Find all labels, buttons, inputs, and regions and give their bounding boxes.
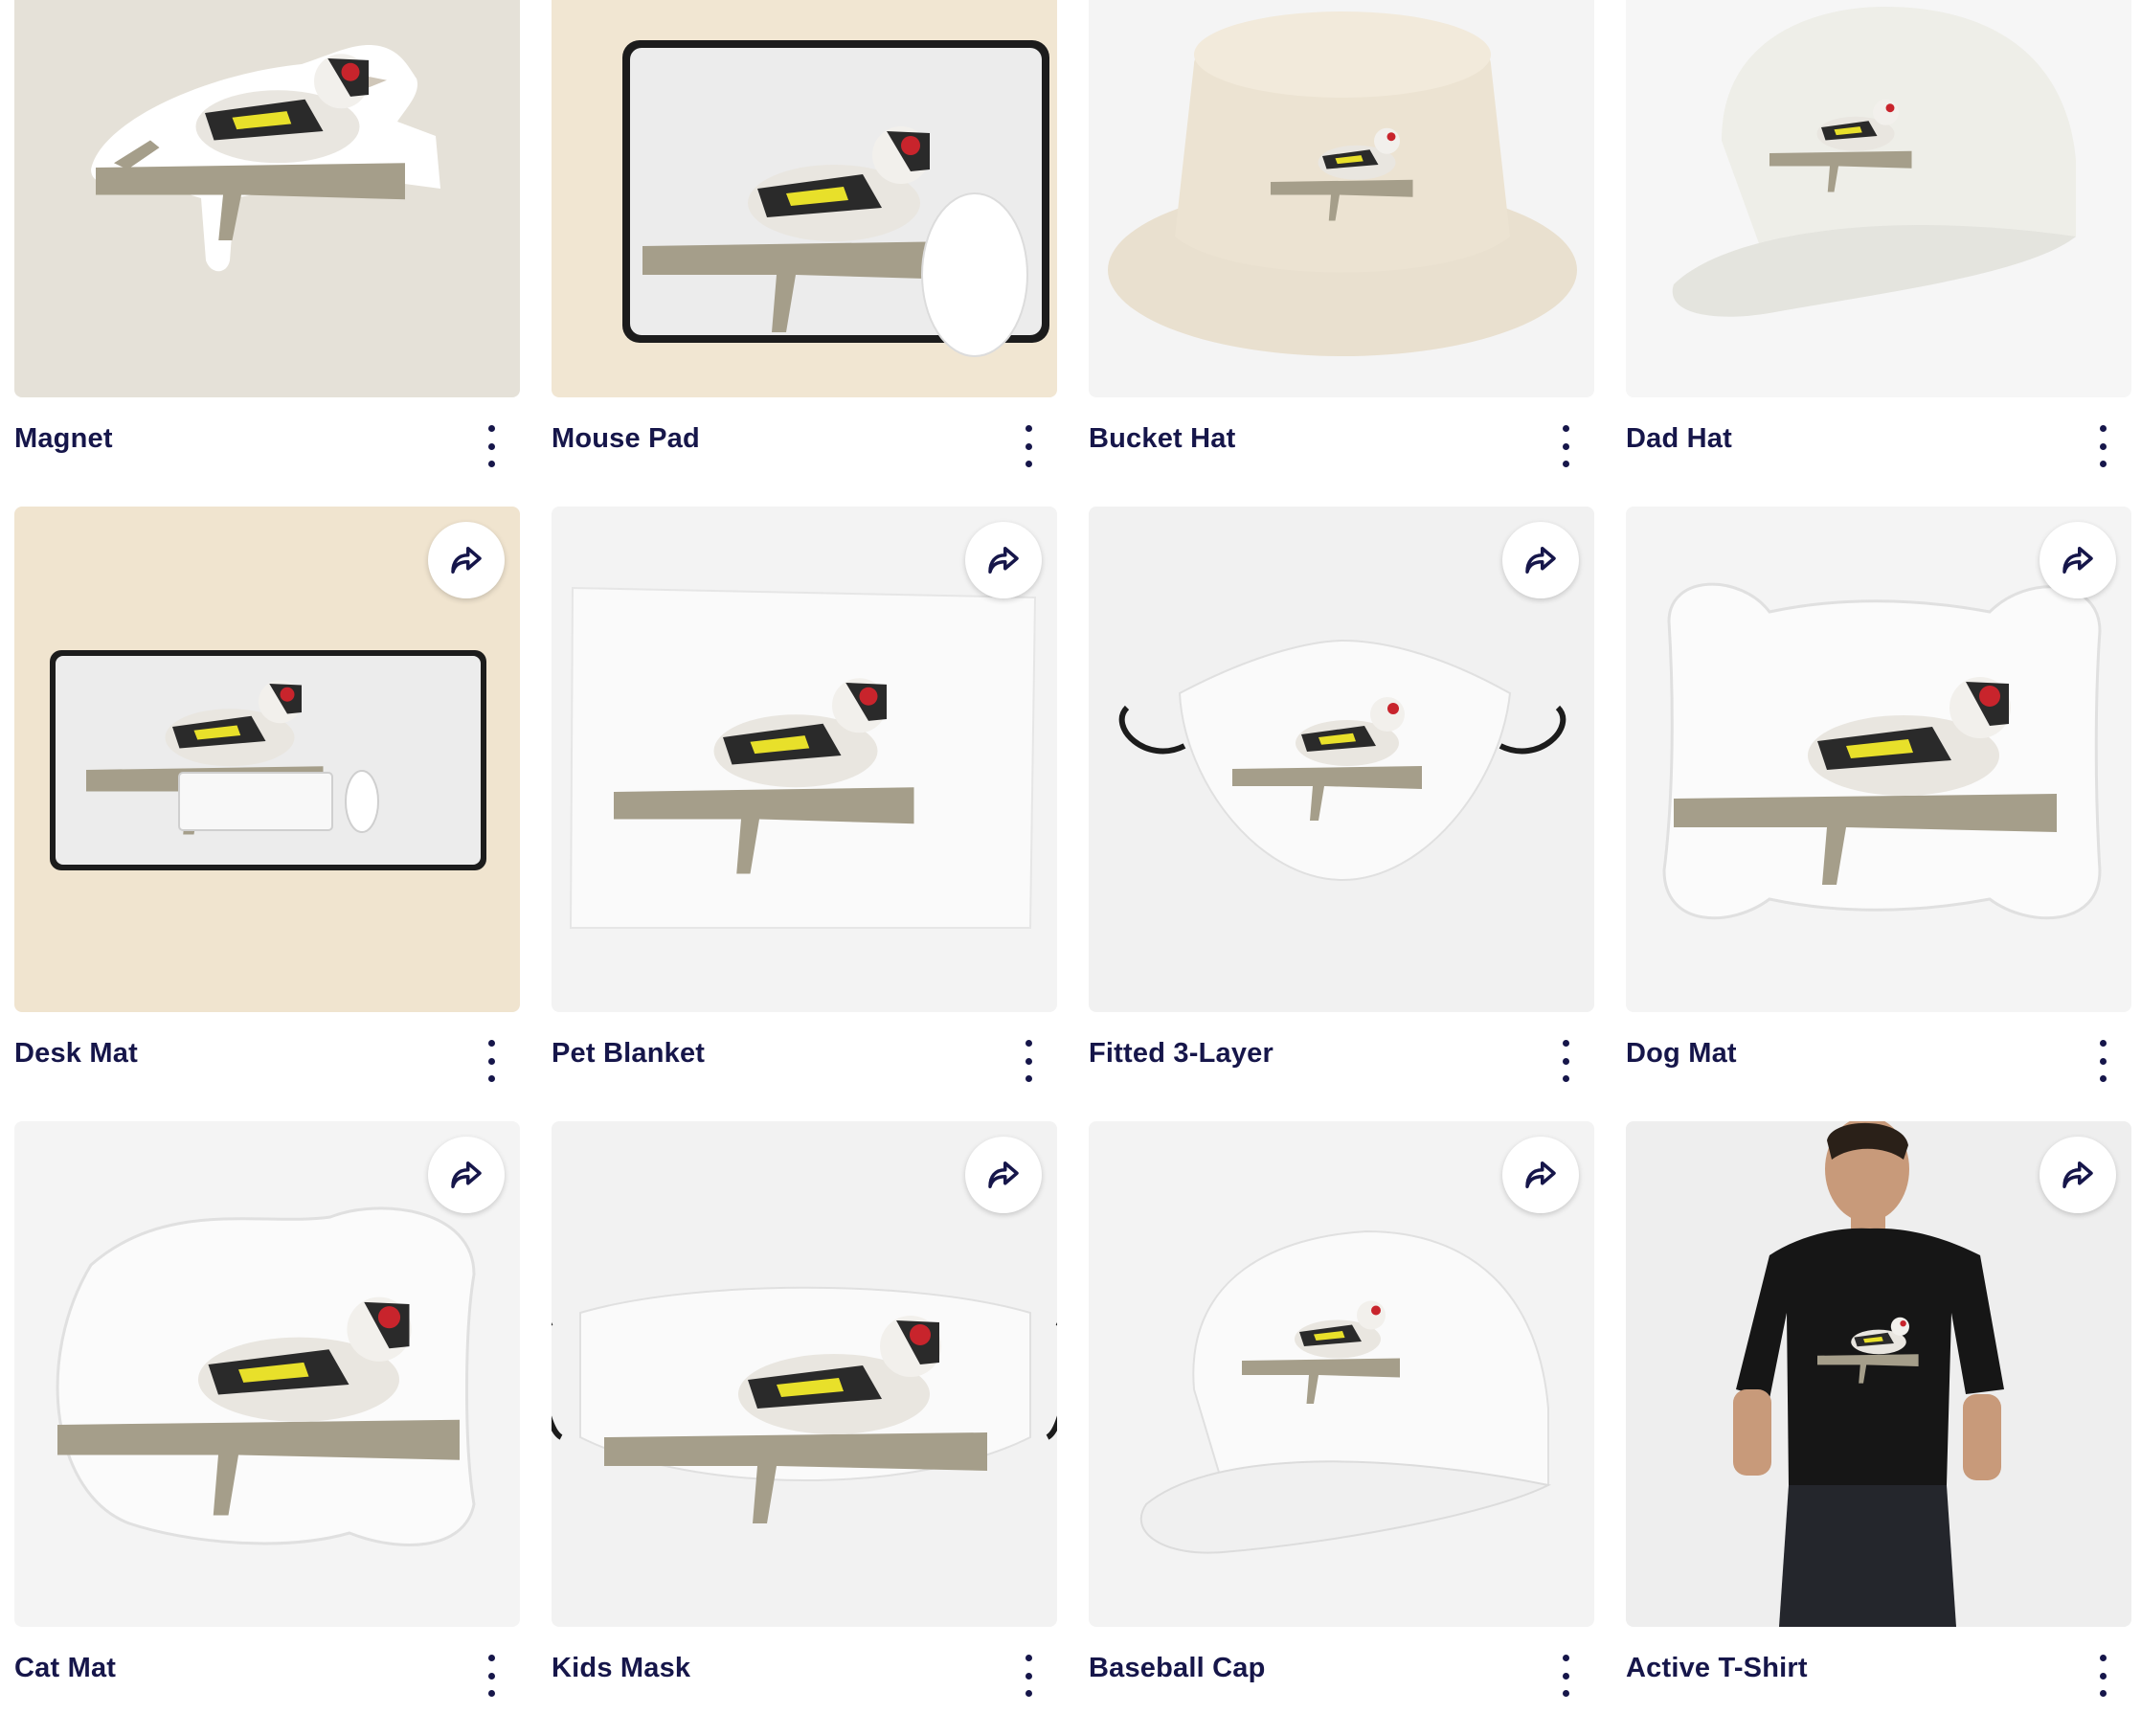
product-image[interactable] xyxy=(1626,507,2131,1012)
product-title[interactable]: Active T-Shirt xyxy=(1626,1653,1808,1684)
more-vertical-icon xyxy=(487,1040,495,1047)
more-options-button[interactable] xyxy=(2091,1655,2114,1697)
product-image[interactable] xyxy=(14,0,520,397)
product-card-active-t-shirt[interactable]: Active T-Shirt xyxy=(1626,1121,2131,1736)
share-arrow-icon xyxy=(1525,1161,1556,1188)
more-vertical-icon xyxy=(487,425,495,432)
product-meta: Baseball Cap xyxy=(1089,1653,1594,1701)
product-title[interactable]: Bucket Hat xyxy=(1089,423,1236,455)
more-vertical-icon xyxy=(2099,425,2107,432)
share-arrow-icon xyxy=(988,1161,1019,1188)
product-image[interactable] xyxy=(14,507,520,1012)
product-meta: Magnet xyxy=(14,423,520,471)
product-card-cat-mat[interactable]: Cat Mat xyxy=(14,1121,520,1736)
share-arrow-icon xyxy=(451,547,482,574)
share-button[interactable] xyxy=(1502,1137,1579,1213)
product-title[interactable]: Fitted 3-Layer xyxy=(1089,1038,1273,1070)
more-options-button[interactable] xyxy=(480,425,503,467)
product-card-bucket-hat[interactable]: Bucket Hat xyxy=(1089,0,1594,507)
share-button[interactable] xyxy=(965,522,1042,598)
more-vertical-icon xyxy=(2099,1655,2107,1661)
product-title[interactable]: Desk Mat xyxy=(14,1038,138,1070)
product-meta: Dad Hat xyxy=(1626,423,2131,471)
product-meta: Pet Blanket xyxy=(552,1038,1057,1086)
more-vertical-icon xyxy=(1562,1655,1569,1661)
product-image[interactable] xyxy=(552,1121,1057,1627)
product-card-desk-mat[interactable]: Desk Mat xyxy=(14,507,520,1121)
product-title[interactable]: Dad Hat xyxy=(1626,423,1732,455)
share-button[interactable] xyxy=(2040,1137,2116,1213)
product-image[interactable] xyxy=(1626,1121,2131,1627)
more-options-button[interactable] xyxy=(1554,425,1577,467)
product-card-fitted-3-layer[interactable]: Fitted 3-Layer xyxy=(1089,507,1594,1121)
share-arrow-icon xyxy=(2062,1161,2093,1188)
product-grid: Magnet Mouse Pad Bucket Hat Dad Hat Desk… xyxy=(14,0,2131,1736)
product-title[interactable]: Mouse Pad xyxy=(552,423,700,455)
product-title[interactable]: Dog Mat xyxy=(1626,1038,1737,1070)
share-button[interactable] xyxy=(965,1137,1042,1213)
product-title[interactable]: Cat Mat xyxy=(14,1653,116,1684)
more-vertical-icon xyxy=(2099,1040,2107,1047)
share-button[interactable] xyxy=(428,1137,505,1213)
more-options-button[interactable] xyxy=(1017,1655,1040,1697)
product-image[interactable] xyxy=(1089,507,1594,1012)
more-vertical-icon xyxy=(487,1655,495,1661)
product-meta: Mouse Pad xyxy=(552,423,1057,471)
more-options-button[interactable] xyxy=(480,1655,503,1697)
product-meta: Cat Mat xyxy=(14,1653,520,1701)
product-image[interactable] xyxy=(1089,1121,1594,1627)
more-vertical-icon xyxy=(1025,425,1032,432)
magnet-image xyxy=(91,45,440,272)
share-arrow-icon xyxy=(451,1161,482,1188)
product-image[interactable] xyxy=(14,1121,520,1627)
product-meta: Bucket Hat xyxy=(1089,423,1594,471)
product-card-baseball-cap[interactable]: Baseball Cap xyxy=(1089,1121,1594,1736)
more-vertical-icon xyxy=(1562,425,1569,432)
product-meta: Kids Mask xyxy=(552,1653,1057,1701)
product-title[interactable]: Kids Mask xyxy=(552,1653,690,1684)
product-image[interactable] xyxy=(552,507,1057,1012)
bucket-hat-image xyxy=(1108,11,1577,356)
product-image[interactable] xyxy=(552,0,1057,397)
product-meta: Fitted 3-Layer xyxy=(1089,1038,1594,1086)
mouse-pad-image xyxy=(622,40,1049,357)
more-options-button[interactable] xyxy=(2091,1040,2114,1082)
more-vertical-icon xyxy=(1562,1040,1569,1047)
more-options-button[interactable] xyxy=(1554,1655,1577,1697)
more-options-button[interactable] xyxy=(2091,425,2114,467)
more-options-button[interactable] xyxy=(1017,1040,1040,1082)
share-button[interactable] xyxy=(2040,522,2116,598)
product-meta: Active T-Shirt xyxy=(1626,1653,2131,1701)
share-arrow-icon xyxy=(988,547,1019,574)
product-card-magnet[interactable]: Magnet xyxy=(14,0,520,507)
more-options-button[interactable] xyxy=(1554,1040,1577,1082)
product-meta: Dog Mat xyxy=(1626,1038,2131,1086)
product-title[interactable]: Magnet xyxy=(14,423,113,455)
share-arrow-icon xyxy=(1525,547,1556,574)
dad-hat-image xyxy=(1672,7,2076,317)
product-card-kids-mask[interactable]: Kids Mask xyxy=(552,1121,1057,1736)
product-image[interactable] xyxy=(1089,0,1594,397)
product-image[interactable] xyxy=(1626,0,2131,397)
share-button[interactable] xyxy=(428,522,505,598)
product-card-mouse-pad[interactable]: Mouse Pad xyxy=(552,0,1057,507)
more-options-button[interactable] xyxy=(480,1040,503,1082)
product-card-dad-hat[interactable]: Dad Hat xyxy=(1626,0,2131,507)
product-title[interactable]: Baseball Cap xyxy=(1089,1653,1266,1684)
more-options-button[interactable] xyxy=(1017,425,1040,467)
product-title[interactable]: Pet Blanket xyxy=(552,1038,705,1070)
share-button[interactable] xyxy=(1502,522,1579,598)
product-card-pet-blanket[interactable]: Pet Blanket xyxy=(552,507,1057,1121)
more-vertical-icon xyxy=(1025,1040,1032,1047)
more-vertical-icon xyxy=(1025,1655,1032,1661)
share-arrow-icon xyxy=(2062,547,2093,574)
product-meta: Desk Mat xyxy=(14,1038,520,1086)
product-card-dog-mat[interactable]: Dog Mat xyxy=(1626,507,2131,1121)
